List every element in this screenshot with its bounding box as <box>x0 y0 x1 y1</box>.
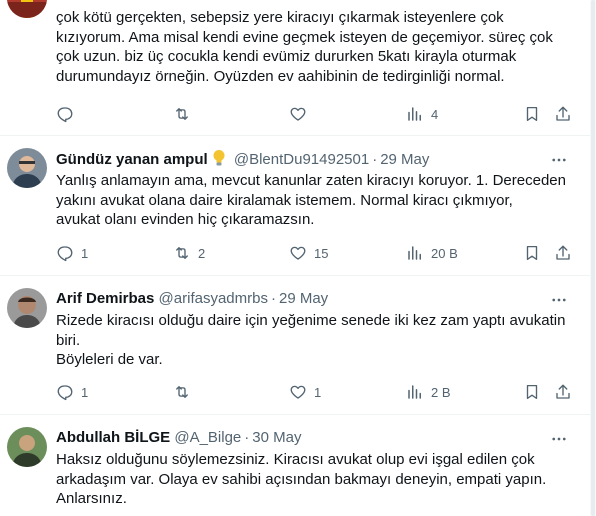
share-icon <box>554 105 572 123</box>
tweet-text: Haksız olduğunu söylemezsiniz. Kiracısı … <box>56 450 576 509</box>
like-count: 1 <box>314 384 322 400</box>
tweet-0[interactable]: çok kötü gerçekten, sebepsiz yere kiracı… <box>0 0 590 135</box>
bookmark-button[interactable] <box>523 104 541 124</box>
tweet-text-line: Haksız olduğunu söylemezsiniz. Kiracısı … <box>56 451 535 468</box>
retweet-count: 2 <box>198 245 206 261</box>
more-horizontal-icon[interactable] <box>550 151 568 169</box>
views-count: 20 B <box>431 245 458 261</box>
views-count: 2 B <box>431 384 451 400</box>
reply-button[interactable]: 1 <box>56 243 88 263</box>
tweet-actions: 4 <box>52 104 582 124</box>
views-button[interactable]: 2 B <box>406 382 451 402</box>
tweet-text-line: durumundayız örneğin. Oyüzden ev aahibin… <box>56 67 505 85</box>
reply-button[interactable] <box>56 104 81 124</box>
views-chart-icon <box>406 383 424 401</box>
tweet-text-line: Yanlış anlamayın ama, mevcut kanunlar za… <box>56 172 566 189</box>
tweet-text-line: kızıyorum. Ama misal kendi evine geçmek … <box>56 28 553 46</box>
tweet-date[interactable]: 29 May <box>279 290 328 307</box>
tweet-header: Gündüz yanan ampul @BlentDu91492501 · 29 M… <box>56 149 429 169</box>
retweet-icon <box>173 383 191 401</box>
tweet-text-line: biri. <box>56 331 81 349</box>
views-button[interactable]: 4 <box>406 104 438 124</box>
reply-icon <box>56 383 74 401</box>
like-button[interactable]: 15 <box>289 243 328 263</box>
tweet-actions: 1 1 2 B <box>52 382 582 402</box>
like-count: 15 <box>314 245 329 261</box>
tweet-date[interactable]: 30 May <box>252 429 301 446</box>
author-name[interactable]: Arif Demirbas <box>56 290 154 307</box>
avatar[interactable] <box>7 427 47 467</box>
avatar[interactable] <box>7 0 47 18</box>
reply-count: 1 <box>81 245 89 261</box>
bookmark-icon <box>523 244 541 262</box>
separator-dot: · <box>270 290 276 307</box>
views-button[interactable]: 20 B <box>406 243 458 263</box>
author-handle[interactable]: @arifasyadmrbs <box>159 290 268 307</box>
lightbulb-emoji-icon <box>212 149 226 173</box>
reply-button[interactable]: 1 <box>56 382 88 402</box>
tweet-text-line: avukat olanı evinden hiç çıkaramazsın. <box>56 211 315 228</box>
tweet-text-line: yakını avukat olana daire kiralamak iste… <box>56 191 513 209</box>
more-horizontal-icon[interactable] <box>550 430 568 448</box>
views-chart-icon <box>406 244 424 262</box>
separator-dot: · <box>244 429 250 446</box>
share-button[interactable] <box>554 243 572 263</box>
heart-icon <box>289 105 307 123</box>
tweet-text-line: Anlarsınız. <box>56 490 127 507</box>
tweet-text: Rizede kiracısı olduğu daire için yeğeni… <box>56 311 576 370</box>
tweet-text: Yanlış anlamayın ama, mevcut kanunlar za… <box>56 171 576 230</box>
tweet-actions: 1 2 15 20 B <box>52 243 582 263</box>
author-name[interactable]: Abdullah BİLGE <box>56 429 170 446</box>
tweet-2[interactable]: Arif Demirbas @arifasyadmrbs · 29 May Rize… <box>0 276 590 414</box>
tweet-1[interactable]: Gündüz yanan ampul @BlentDu91492501 · 29 M… <box>0 136 590 275</box>
share-icon <box>554 244 572 262</box>
tweet-text-line: çok uzun. biz üç cocukla kendi evümiz du… <box>56 48 517 65</box>
views-count: 4 <box>431 106 439 122</box>
tweet-header: Abdullah BİLGE @A_Bilge · 30 May <box>56 428 301 448</box>
tweet-date[interactable]: 29 May <box>380 151 429 168</box>
bookmark-icon <box>523 383 541 401</box>
retweet-icon <box>173 244 191 262</box>
views-chart-icon <box>406 105 424 123</box>
share-icon <box>554 383 572 401</box>
tweet-text-line: Rizede kiracısı olduğu daire için yeğeni… <box>56 312 566 329</box>
tweet-text: çok kötü gerçekten, sebepsiz yere kiracı… <box>56 8 576 86</box>
tweet-header: Arif Demirbas @arifasyadmrbs · 29 May <box>56 289 328 309</box>
reply-icon <box>56 105 74 123</box>
separator-dot: · <box>372 151 378 168</box>
heart-icon <box>289 383 307 401</box>
like-button[interactable] <box>289 104 314 124</box>
author-handle[interactable]: @BlentDu91492501 <box>234 151 369 168</box>
avatar[interactable] <box>7 288 47 328</box>
like-button[interactable]: 1 <box>289 382 321 402</box>
tweet-text-line: arkadaşım var. Olaya ev sahibi açısından… <box>56 470 547 488</box>
tweet-text-line: Böyleleri de var. <box>56 351 163 368</box>
avatar[interactable] <box>7 148 47 188</box>
bookmark-icon <box>523 105 541 123</box>
share-button[interactable] <box>554 382 572 402</box>
scrollbar-thumb[interactable] <box>591 0 595 516</box>
bookmark-button[interactable] <box>523 243 541 263</box>
tweet-text-line: çok kötü gerçekten, sebepsiz yere kiracı… <box>56 9 504 26</box>
author-handle[interactable]: @A_Bilge <box>174 429 241 446</box>
reply-icon <box>56 244 74 262</box>
tweet-3[interactable]: Abdullah BİLGE @A_Bilge · 30 May Haksız ol… <box>0 415 590 516</box>
more-horizontal-icon[interactable] <box>550 291 568 309</box>
retweet-icon <box>173 105 191 123</box>
retweet-button[interactable] <box>173 382 198 402</box>
scrollbar[interactable] <box>590 0 596 516</box>
retweet-button[interactable] <box>173 104 198 124</box>
share-button[interactable] <box>554 104 572 124</box>
reply-count: 1 <box>81 384 89 400</box>
bookmark-button[interactable] <box>523 382 541 402</box>
heart-icon <box>289 244 307 262</box>
author-name[interactable]: Gündüz yanan ampul <box>56 151 208 168</box>
retweet-button[interactable]: 2 <box>173 243 205 263</box>
